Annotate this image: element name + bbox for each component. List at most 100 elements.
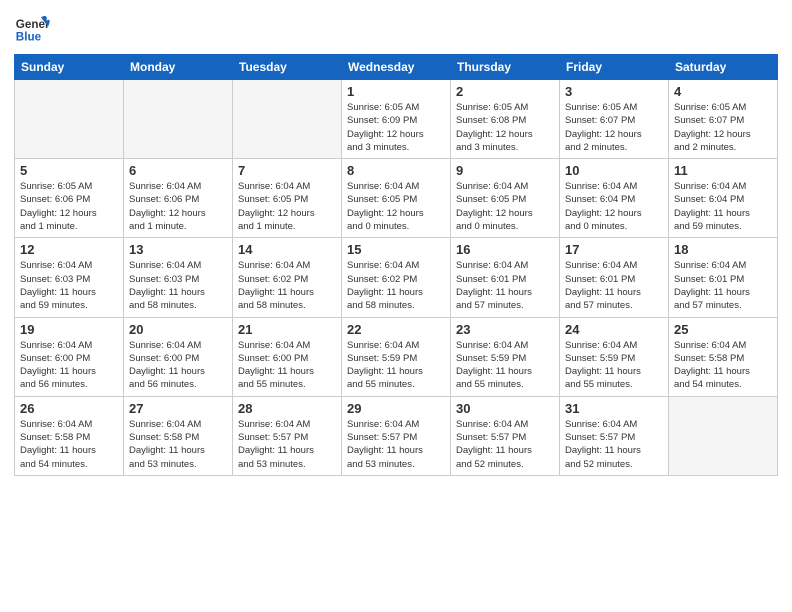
calendar-cell: 26Sunrise: 6:04 AM Sunset: 5:58 PM Dayli… (15, 396, 124, 475)
week-row-2: 12 Sunrise: 6:04 AM Sunset: 6:03 PM Dayli… (15, 238, 778, 317)
calendar-cell: 14 Sunrise: 6:04 AM Sunset: 6:02 PM Dayli… (233, 238, 342, 317)
day-number: 20 (129, 322, 227, 337)
calendar-cell (15, 80, 124, 159)
calendar-cell: 18Sunrise: 6:04 AM Sunset: 6:01 PM Dayli… (669, 238, 778, 317)
day-info: Sunrise: 6:05 AM Sunset: 6:09 PM Dayligh… (347, 101, 445, 154)
day-number: 29 (347, 401, 445, 416)
day-info: Sunrise: 6:04 AM Sunset: 6:02 PM Dayligh… (347, 259, 445, 312)
day-number: 12 (20, 242, 118, 257)
weekday-header-row: SundayMondayTuesdayWednesdayThursdayFrid… (15, 55, 778, 80)
day-info: Sunrise: 6:04 AM Sunset: 6:00 PM Dayligh… (129, 339, 227, 392)
day-number: 9 (456, 163, 554, 178)
calendar-cell (124, 80, 233, 159)
calendar-cell: 20 Sunrise: 6:04 AM Sunset: 6:00 PM Dayli… (124, 317, 233, 396)
day-number: 18 (674, 242, 772, 257)
day-info: Sunrise: 6:04 AM Sunset: 6:04 PM Dayligh… (674, 180, 772, 233)
day-number: 31 (565, 401, 663, 416)
calendar-cell: 22Sunrise: 6:04 AM Sunset: 5:59 PM Dayli… (342, 317, 451, 396)
day-number: 2 (456, 84, 554, 99)
calendar-cell: 5 Sunrise: 6:05 AM Sunset: 6:06 PM Daylig… (15, 159, 124, 238)
calendar-cell: 31 Sunrise: 6:04 AM Sunset: 5:57 PM Dayli… (560, 396, 669, 475)
day-number: 16 (456, 242, 554, 257)
day-info: Sunrise: 6:05 AM Sunset: 6:06 PM Dayligh… (20, 180, 118, 233)
week-row-4: 26Sunrise: 6:04 AM Sunset: 5:58 PM Dayli… (15, 396, 778, 475)
day-info: Sunrise: 6:04 AM Sunset: 5:59 PM Dayligh… (565, 339, 663, 392)
day-info: Sunrise: 6:05 AM Sunset: 6:07 PM Dayligh… (674, 101, 772, 154)
calendar-cell: 25 Sunrise: 6:04 AM Sunset: 5:58 PM Dayli… (669, 317, 778, 396)
day-number: 24 (565, 322, 663, 337)
day-number: 23 (456, 322, 554, 337)
day-info: Sunrise: 6:04 AM Sunset: 6:03 PM Dayligh… (129, 259, 227, 312)
calendar-cell: 1 Sunrise: 6:05 AM Sunset: 6:09 PM Daylig… (342, 80, 451, 159)
day-info: Sunrise: 6:04 AM Sunset: 6:01 PM Dayligh… (456, 259, 554, 312)
day-info: Sunrise: 6:04 AM Sunset: 6:05 PM Dayligh… (238, 180, 336, 233)
day-info: Sunrise: 6:05 AM Sunset: 6:07 PM Dayligh… (565, 101, 663, 154)
weekday-header-tuesday: Tuesday (233, 55, 342, 80)
day-info: Sunrise: 6:04 AM Sunset: 6:03 PM Dayligh… (20, 259, 118, 312)
calendar-cell: 6Sunrise: 6:04 AM Sunset: 6:06 PM Daylig… (124, 159, 233, 238)
day-number: 8 (347, 163, 445, 178)
day-info: Sunrise: 6:04 AM Sunset: 6:00 PM Dayligh… (238, 339, 336, 392)
weekday-header-thursday: Thursday (451, 55, 560, 80)
day-info: Sunrise: 6:04 AM Sunset: 5:58 PM Dayligh… (129, 418, 227, 471)
day-info: Sunrise: 6:04 AM Sunset: 5:57 PM Dayligh… (347, 418, 445, 471)
svg-text:Blue: Blue (16, 31, 42, 44)
day-info: Sunrise: 6:04 AM Sunset: 6:01 PM Dayligh… (565, 259, 663, 312)
day-number: 21 (238, 322, 336, 337)
calendar-cell: 13 Sunrise: 6:04 AM Sunset: 6:03 PM Dayli… (124, 238, 233, 317)
day-number: 14 (238, 242, 336, 257)
day-number: 25 (674, 322, 772, 337)
day-number: 19 (20, 322, 118, 337)
day-number: 13 (129, 242, 227, 257)
day-number: 22 (347, 322, 445, 337)
day-info: Sunrise: 6:04 AM Sunset: 6:06 PM Dayligh… (129, 180, 227, 233)
day-number: 11 (674, 163, 772, 178)
calendar-cell: 17 Sunrise: 6:04 AM Sunset: 6:01 PM Dayli… (560, 238, 669, 317)
day-info: Sunrise: 6:04 AM Sunset: 6:02 PM Dayligh… (238, 259, 336, 312)
day-info: Sunrise: 6:04 AM Sunset: 6:04 PM Dayligh… (565, 180, 663, 233)
day-info: Sunrise: 6:04 AM Sunset: 5:57 PM Dayligh… (456, 418, 554, 471)
day-number: 30 (456, 401, 554, 416)
day-number: 28 (238, 401, 336, 416)
day-info: Sunrise: 6:04 AM Sunset: 5:58 PM Dayligh… (674, 339, 772, 392)
calendar-cell: 28 Sunrise: 6:04 AM Sunset: 5:57 PM Dayli… (233, 396, 342, 475)
day-info: Sunrise: 6:04 AM Sunset: 5:59 PM Dayligh… (456, 339, 554, 392)
day-number: 10 (565, 163, 663, 178)
day-number: 17 (565, 242, 663, 257)
weekday-header-sunday: Sunday (15, 55, 124, 80)
day-number: 5 (20, 163, 118, 178)
calendar-cell: 30 Sunrise: 6:04 AM Sunset: 5:57 PM Dayli… (451, 396, 560, 475)
day-info: Sunrise: 6:04 AM Sunset: 5:57 PM Dayligh… (565, 418, 663, 471)
calendar-cell: 2Sunrise: 6:05 AM Sunset: 6:08 PM Daylig… (451, 80, 560, 159)
week-row-1: 5 Sunrise: 6:05 AM Sunset: 6:06 PM Daylig… (15, 159, 778, 238)
day-number: 3 (565, 84, 663, 99)
calendar: SundayMondayTuesdayWednesdayThursdayFrid… (14, 54, 778, 476)
logo: General Blue (14, 10, 50, 46)
calendar-cell: 4 Sunrise: 6:05 AM Sunset: 6:07 PM Daylig… (669, 80, 778, 159)
calendar-cell (233, 80, 342, 159)
calendar-cell: 7Sunrise: 6:04 AM Sunset: 6:05 PM Daylig… (233, 159, 342, 238)
day-info: Sunrise: 6:04 AM Sunset: 6:00 PM Dayligh… (20, 339, 118, 392)
weekday-header-wednesday: Wednesday (342, 55, 451, 80)
calendar-cell: 16 Sunrise: 6:04 AM Sunset: 6:01 PM Dayli… (451, 238, 560, 317)
calendar-cell: 8 Sunrise: 6:04 AM Sunset: 6:05 PM Daylig… (342, 159, 451, 238)
calendar-cell: 11 Sunrise: 6:04 AM Sunset: 6:04 PM Dayli… (669, 159, 778, 238)
calendar-cell: 15Sunrise: 6:04 AM Sunset: 6:02 PM Dayli… (342, 238, 451, 317)
day-info: Sunrise: 6:04 AM Sunset: 5:57 PM Dayligh… (238, 418, 336, 471)
day-info: Sunrise: 6:04 AM Sunset: 6:05 PM Dayligh… (347, 180, 445, 233)
logo-icon: General Blue (14, 10, 50, 46)
calendar-cell: 10 Sunrise: 6:04 AM Sunset: 6:04 PM Dayli… (560, 159, 669, 238)
day-number: 4 (674, 84, 772, 99)
calendar-cell: 23 Sunrise: 6:04 AM Sunset: 5:59 PM Dayli… (451, 317, 560, 396)
weekday-header-monday: Monday (124, 55, 233, 80)
calendar-cell: 19 Sunrise: 6:04 AM Sunset: 6:00 PM Dayli… (15, 317, 124, 396)
day-number: 1 (347, 84, 445, 99)
calendar-cell: 12 Sunrise: 6:04 AM Sunset: 6:03 PM Dayli… (15, 238, 124, 317)
weekday-header-saturday: Saturday (669, 55, 778, 80)
calendar-cell: 9 Sunrise: 6:04 AM Sunset: 6:05 PM Daylig… (451, 159, 560, 238)
weekday-header-friday: Friday (560, 55, 669, 80)
header: General Blue (14, 10, 778, 46)
day-info: Sunrise: 6:04 AM Sunset: 6:05 PM Dayligh… (456, 180, 554, 233)
day-number: 27 (129, 401, 227, 416)
calendar-cell: 27 Sunrise: 6:04 AM Sunset: 5:58 PM Dayli… (124, 396, 233, 475)
